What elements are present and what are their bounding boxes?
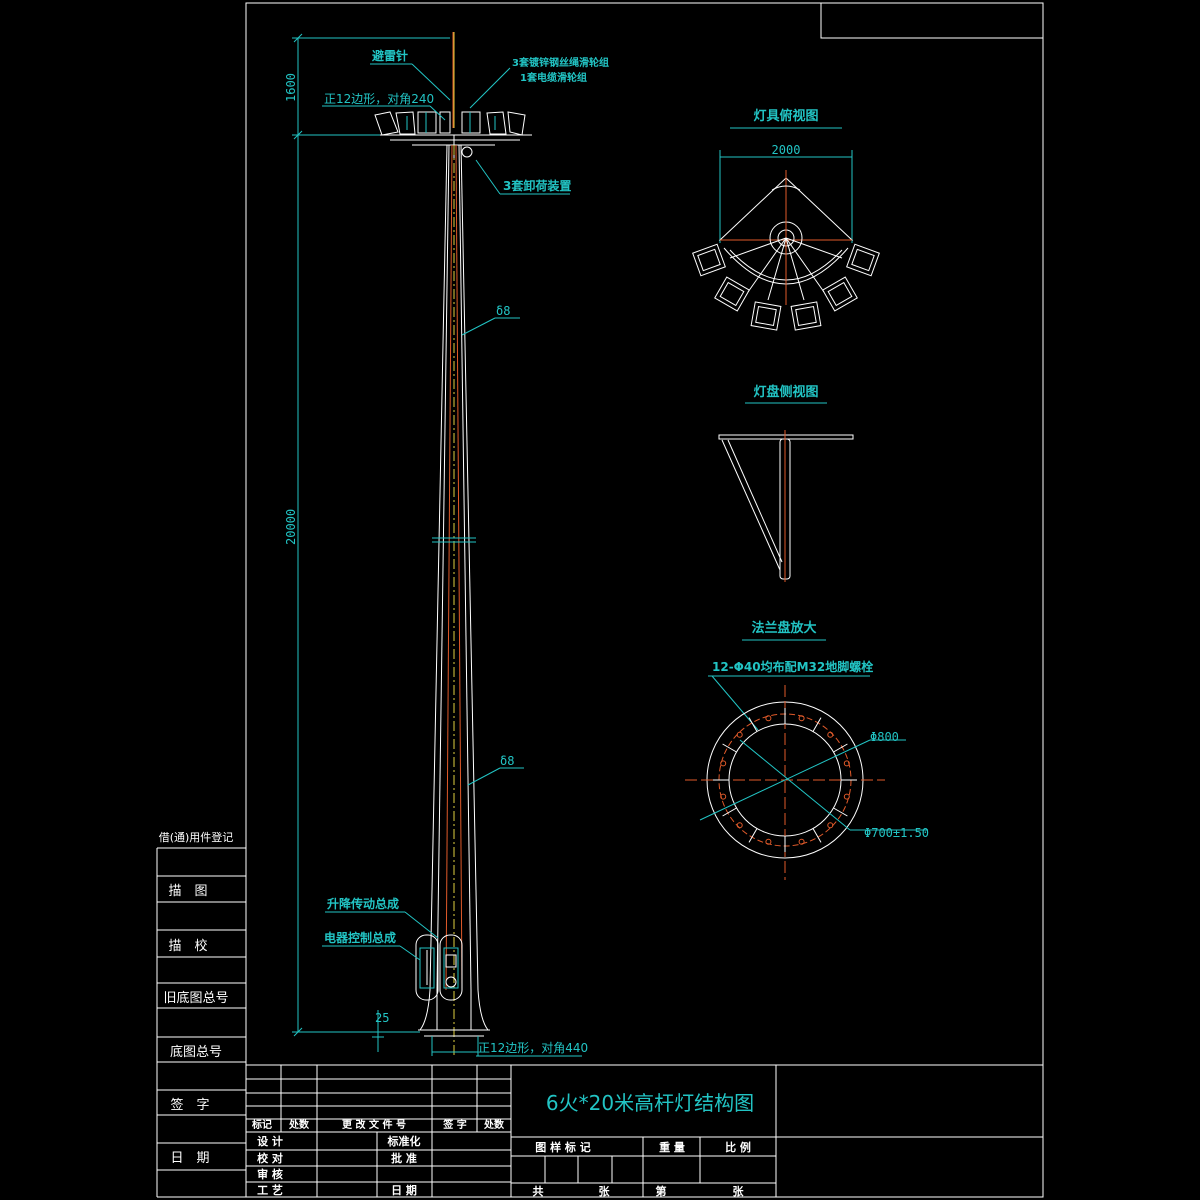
- rh-scale: 比 例: [725, 1140, 751, 1154]
- label-base-polygon: 正12边形，对角440: [478, 1041, 588, 1055]
- drawing-sheet: 借(通)用件登记 描 图 描 校 旧底图总号 底图总号 签 字 日 期 1600…: [156, 2, 1044, 1198]
- height-dimension: 1600 20000: [284, 33, 450, 1037]
- sign-row-2-label: 审 核: [257, 1167, 283, 1181]
- rh-weight: 重 量: [659, 1140, 685, 1154]
- dim-top: 1600: [284, 73, 298, 102]
- label-cable-pulley: 1套电缆滑轮组: [520, 71, 587, 84]
- label-lifting-drive: 升降传动总成: [327, 896, 399, 911]
- label-hoist-set: 3套镀锌钢丝绳滑轮组: [512, 56, 609, 69]
- flange-rib: [812, 828, 822, 843]
- rev-h4: 处数: [483, 1118, 505, 1131]
- reg-label-2: 描 校: [168, 938, 207, 954]
- flange-bolt-note: 12-Φ40均布配M32地脚螺栓: [712, 659, 873, 674]
- flange-bolt-circle: Φ700±1.50: [864, 826, 929, 840]
- rev-h2: 更 改 文 件 号: [342, 1118, 406, 1131]
- dim-base: 25: [375, 1011, 389, 1025]
- top-view-title: 灯具俯视图: [753, 108, 818, 124]
- bolt-hole: [827, 731, 834, 738]
- label-electrical-control: 电器控制总成: [324, 930, 396, 945]
- flange-rib: [748, 717, 758, 732]
- rev-h3: 签 字: [442, 1118, 466, 1131]
- bolt-hole: [736, 731, 743, 738]
- bolt-hole: [843, 793, 850, 800]
- flange-rib: [748, 828, 758, 843]
- base-dimension: 25: [372, 1010, 479, 1056]
- bolt-hole: [720, 760, 727, 767]
- sign-row-1-label: 校 对: [257, 1151, 283, 1165]
- bolt-hole: [827, 822, 834, 829]
- label-thickness-upper: δ8: [496, 304, 510, 318]
- flange-rib: [833, 807, 848, 817]
- reg-label-6: 日 期: [170, 1151, 209, 1166]
- sheet-total-suffix: 张: [599, 1184, 611, 1198]
- sheet-frame: [245, 2, 1044, 1198]
- drawing-title: 6火*20米高杆灯结构图: [546, 1091, 754, 1115]
- sign-row-0-label: 设 计: [257, 1134, 283, 1148]
- reg-label-3: 旧底图总号: [163, 990, 228, 1006]
- flange-rib: [833, 743, 848, 753]
- reg-label-0: 借(通)用件登记: [159, 830, 234, 844]
- sign-row-1-label2: 批 准: [391, 1151, 417, 1165]
- sheet-no-prefix: 第: [656, 1184, 667, 1198]
- flange-view: 法兰盘放大 12-Φ40均布配M32地脚螺栓 Φ800 Φ700±1.50: [685, 620, 929, 880]
- reg-label-1: 描 图: [168, 884, 207, 899]
- flange-outer-dia: Φ800: [870, 730, 899, 744]
- label-lightning-rod: 避雷针: [372, 48, 408, 63]
- title-block: 标记 处数 更 改 文 件 号 签 字 处数 设 计 标准化 校 对 批 准 审…: [246, 1064, 1043, 1198]
- side-view-title: 灯盘侧视图: [753, 384, 818, 400]
- pole-door: [415, 934, 463, 1001]
- sign-row-3-label2: 日 期: [391, 1183, 417, 1197]
- top-view: 灯具俯视图 2000: [692, 108, 880, 331]
- top-view-dim: 2000: [772, 143, 801, 157]
- pole-elevation: 1600 20000 25 避雷针 3套镀锌钢丝绳滑轮组 1套电缆滑轮组 正12…: [284, 32, 609, 1057]
- flange-rib: [812, 717, 822, 732]
- side-view: 灯盘侧视图: [718, 384, 854, 582]
- label-unload-device: 3套卸荷装置: [503, 178, 571, 193]
- reg-label-5: 签 字: [170, 1097, 209, 1113]
- label-thickness-lower: δ8: [500, 754, 514, 768]
- flange-rib: [722, 807, 737, 817]
- bolt-hole: [736, 822, 743, 829]
- label-top-polygon: 正12边形，对角240: [324, 92, 434, 106]
- rh-drawing-mark: 图 样 标 记: [535, 1140, 591, 1154]
- dim-height: 20000: [284, 509, 298, 545]
- sign-row-3-label: 工 艺: [257, 1183, 283, 1197]
- flange-rib: [722, 743, 737, 753]
- sheet-total-prefix: 共: [533, 1184, 544, 1198]
- rev-h0: 标记: [251, 1118, 272, 1131]
- rev-h1: 处数: [288, 1118, 310, 1131]
- sign-row-0-label2: 标准化: [387, 1134, 421, 1148]
- sheet-no-suffix: 张: [733, 1184, 745, 1198]
- flange-title: 法兰盘放大: [751, 620, 816, 636]
- elevation-callouts: 避雷针 3套镀锌钢丝绳滑轮组 1套电缆滑轮组 正12边形，对角240 3套卸荷装…: [322, 48, 609, 1057]
- reg-label-4: 底图总号: [170, 1044, 222, 1060]
- left-registration-column: 借(通)用件登记 描 图 描 校 旧底图总号 底图总号 签 字 日 期: [156, 830, 246, 1198]
